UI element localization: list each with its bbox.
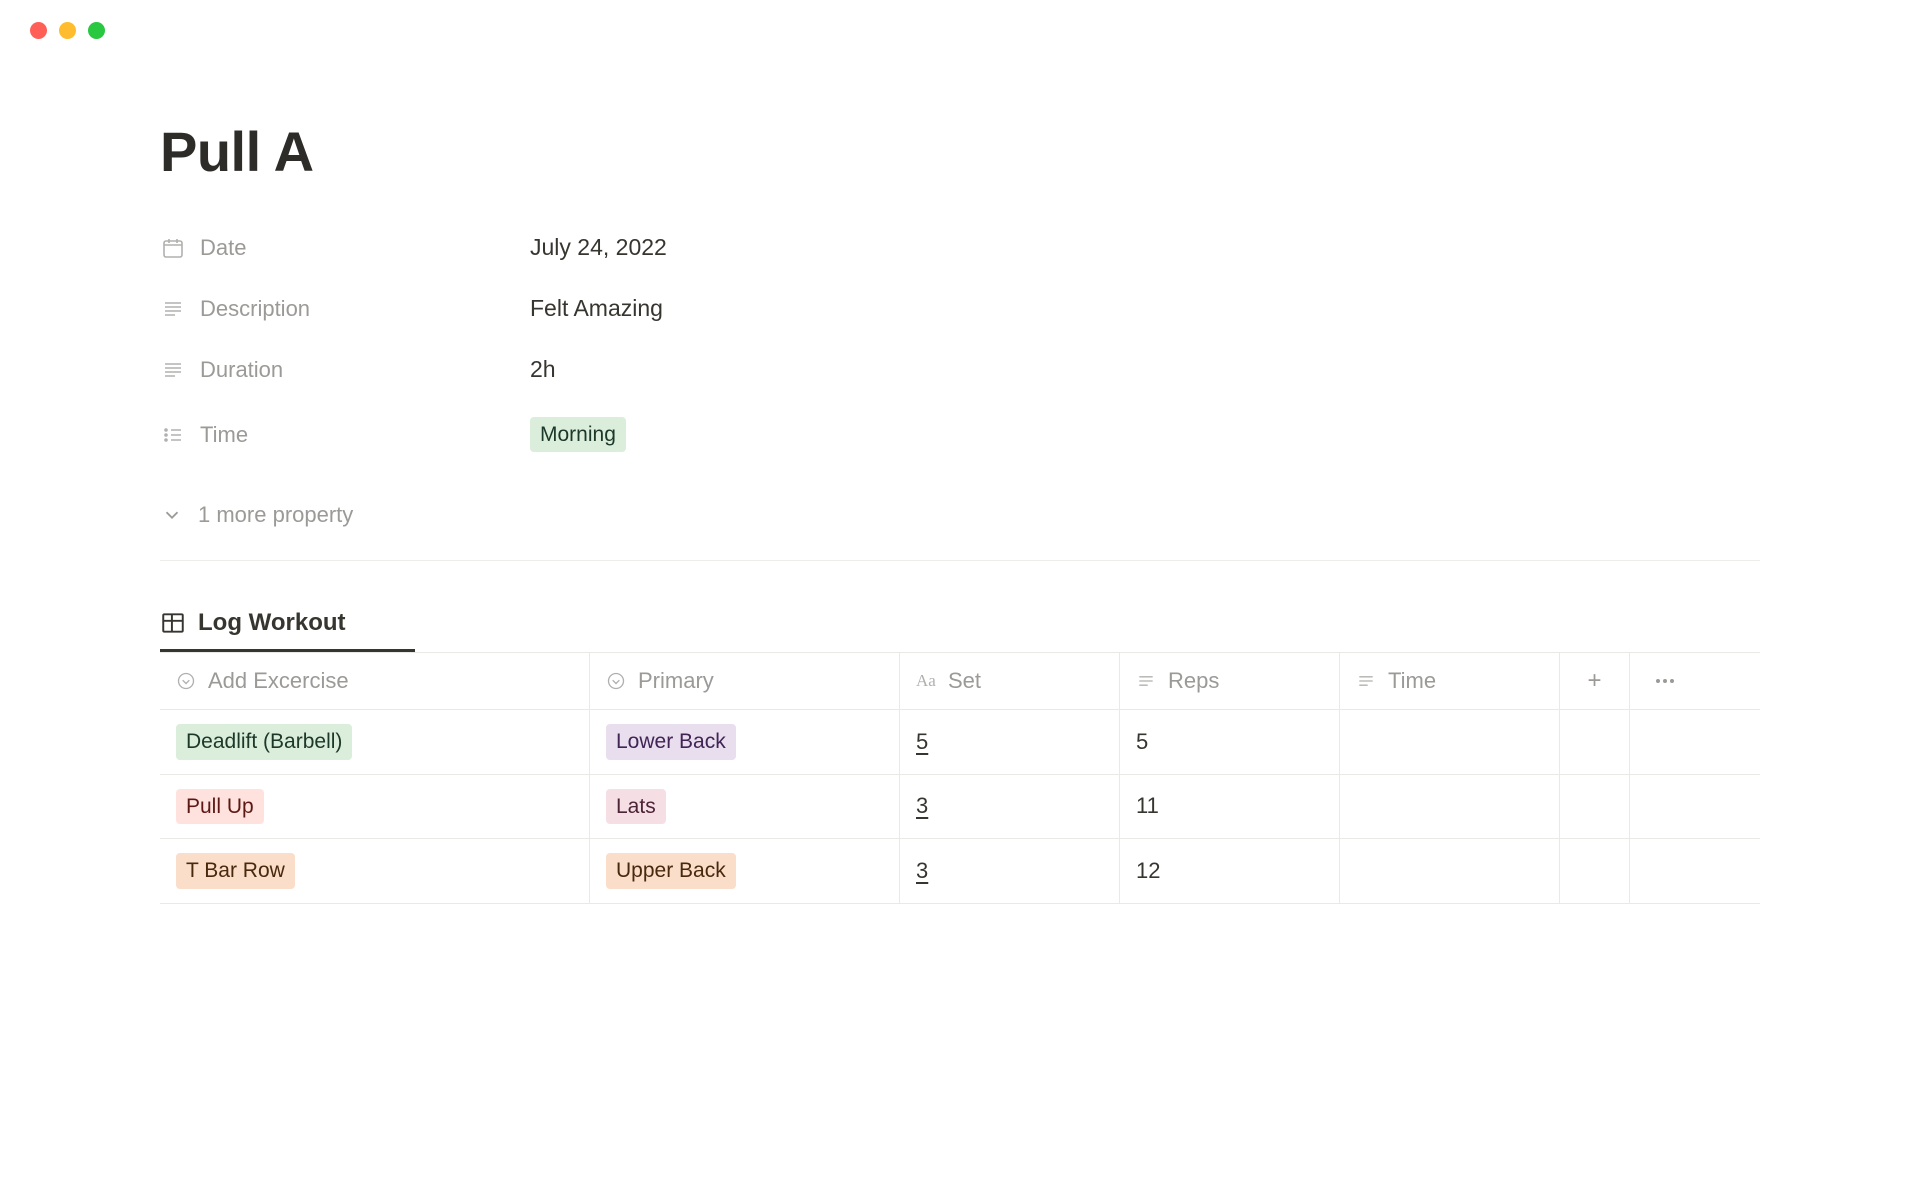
divider [160, 560, 1760, 561]
database-view-tab[interactable]: Log Workout [160, 609, 1760, 637]
table-icon [160, 610, 186, 636]
property-label: Duration [200, 357, 283, 383]
dropdown-arrow-icon [176, 670, 198, 692]
property-date[interactable]: Date July 24, 2022 [160, 234, 1760, 261]
cell-primary[interactable]: Upper Back [590, 839, 900, 902]
cell-empty [1630, 839, 1700, 902]
workout-table: Add Excercise Primary Aa Set Reps [160, 652, 1760, 903]
window-minimize-button[interactable] [59, 22, 76, 39]
column-label: Add Excercise [208, 668, 349, 694]
cell-empty [1560, 710, 1630, 773]
add-column-button[interactable]: + [1560, 653, 1630, 709]
property-value[interactable]: 2h [530, 356, 556, 383]
show-more-properties-button[interactable]: 1 more property [160, 482, 1760, 560]
property-value[interactable]: July 24, 2022 [530, 234, 667, 261]
text-lines-icon [160, 296, 186, 322]
text-lines-icon [160, 357, 186, 383]
cell-primary[interactable]: Lats [590, 775, 900, 838]
cell-reps[interactable]: 11 [1120, 775, 1340, 838]
table-more-button[interactable] [1630, 653, 1700, 709]
column-header-exercise[interactable]: Add Excercise [160, 653, 590, 709]
cell-exercise[interactable]: Deadlift (Barbell) [160, 710, 590, 773]
property-description[interactable]: Description Felt Amazing [160, 295, 1760, 322]
chevron-down-icon [160, 503, 184, 527]
window-maximize-button[interactable] [88, 22, 105, 39]
column-header-reps[interactable]: Reps [1120, 653, 1340, 709]
window-controls [0, 0, 1920, 39]
cell-empty [1560, 775, 1630, 838]
cell-empty [1630, 710, 1700, 773]
cell-empty [1630, 775, 1700, 838]
property-label: Description [200, 296, 310, 322]
calendar-icon [160, 235, 186, 261]
column-label: Set [948, 668, 981, 694]
page-properties: Date July 24, 2022 Description Felt Amaz… [160, 234, 1760, 452]
cell-time[interactable] [1340, 710, 1560, 773]
property-value[interactable]: Morning [530, 417, 626, 452]
cell-time[interactable] [1340, 775, 1560, 838]
column-header-time[interactable]: Time [1340, 653, 1560, 709]
cell-reps[interactable]: 5 [1120, 710, 1340, 773]
primary-tag: Upper Back [606, 853, 736, 888]
table-header-row: Add Excercise Primary Aa Set Reps [160, 653, 1760, 710]
cell-set[interactable]: 3 [900, 839, 1120, 902]
more-horizontal-icon [1656, 679, 1674, 683]
primary-tag: Lower Back [606, 724, 736, 759]
cell-set[interactable]: 5 [900, 710, 1120, 773]
cell-primary[interactable]: Lower Back [590, 710, 900, 773]
time-tag: Morning [530, 417, 626, 452]
cell-set[interactable]: 3 [900, 775, 1120, 838]
cell-exercise[interactable]: T Bar Row [160, 839, 590, 902]
property-time[interactable]: Time Morning [160, 417, 1760, 452]
property-label: Date [200, 235, 246, 261]
exercise-tag: Pull Up [176, 789, 264, 824]
set-value: 5 [916, 729, 928, 755]
text-lines-icon [1356, 670, 1378, 692]
table-row[interactable]: Pull Up Lats 3 11 [160, 775, 1760, 839]
cell-reps[interactable]: 12 [1120, 839, 1340, 902]
set-value: 3 [916, 858, 928, 884]
column-label: Time [1388, 668, 1436, 694]
primary-tag: Lats [606, 789, 666, 824]
dropdown-arrow-icon [606, 670, 628, 692]
window-close-button[interactable] [30, 22, 47, 39]
more-properties-label: 1 more property [198, 502, 353, 528]
column-header-primary[interactable]: Primary [590, 653, 900, 709]
plus-icon: + [1587, 667, 1601, 695]
property-duration[interactable]: Duration 2h [160, 356, 1760, 383]
column-label: Primary [638, 668, 714, 694]
cell-time[interactable] [1340, 839, 1560, 902]
property-label: Time [200, 422, 248, 448]
database-title: Log Workout [198, 609, 346, 637]
exercise-tag: T Bar Row [176, 853, 295, 888]
list-icon [160, 422, 186, 448]
column-label: Reps [1168, 668, 1219, 694]
column-header-set[interactable]: Aa Set [900, 653, 1120, 709]
table-row[interactable]: T Bar Row Upper Back 3 12 [160, 839, 1760, 903]
set-value: 3 [916, 793, 928, 819]
cell-empty [1560, 839, 1630, 902]
table-row[interactable]: Deadlift (Barbell) Lower Back 5 5 [160, 710, 1760, 774]
cell-exercise[interactable]: Pull Up [160, 775, 590, 838]
page-title[interactable]: Pull A [160, 119, 1760, 184]
exercise-tag: Deadlift (Barbell) [176, 724, 352, 759]
text-lines-icon [1136, 670, 1158, 692]
property-value[interactable]: Felt Amazing [530, 295, 663, 322]
text-aa-icon: Aa [916, 670, 938, 692]
